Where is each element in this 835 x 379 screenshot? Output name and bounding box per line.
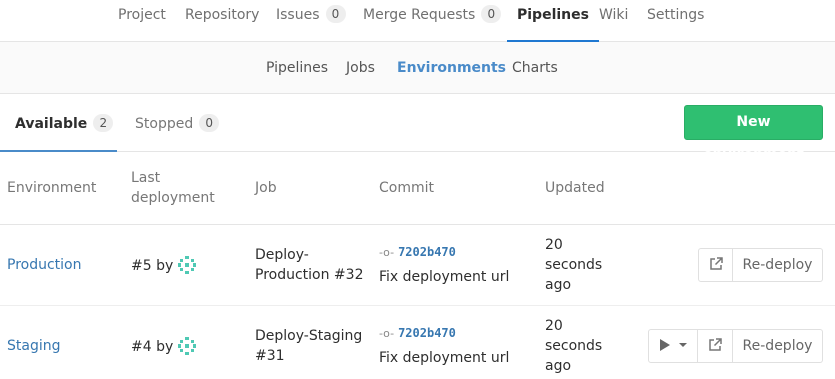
commit-sha[interactable]: 7202b470 <box>398 245 456 259</box>
nav-settings-label: Settings <box>647 7 705 23</box>
commit-sha-line: -o- 7202b470 <box>379 323 509 344</box>
nav-merge-requests[interactable]: Merge Requests 0 <box>363 0 502 42</box>
updated-time: 20 seconds ago <box>545 237 603 293</box>
nav-issues[interactable]: Issues 0 <box>276 0 346 42</box>
nav-pipelines[interactable]: Pipelines <box>507 0 599 42</box>
environment-link-text: Staging <box>7 338 61 354</box>
nav-merge-requests-label: Merge Requests <box>363 7 476 23</box>
tab-stopped-label: Stopped <box>135 116 194 132</box>
new-environment-button[interactable]: New environment <box>684 105 823 163</box>
available-count-badge: 2 <box>93 114 114 132</box>
nav-repository-label: Repository <box>185 7 260 23</box>
manual-actions-dropdown[interactable] <box>648 329 698 363</box>
subnav-pipelines[interactable]: Pipelines <box>266 42 328 94</box>
subnav-charts[interactable]: Charts <box>512 42 558 94</box>
external-link-button[interactable] <box>698 329 733 363</box>
subnav-jobs-label: Jobs <box>346 60 375 76</box>
caret-down-icon <box>679 343 688 347</box>
updated-time: 20 seconds ago <box>545 318 603 374</box>
environment-name[interactable]: Staging <box>7 336 61 356</box>
nav-repository[interactable]: Repository <box>185 0 259 42</box>
play-icon <box>659 339 670 351</box>
commit-message[interactable]: Fix deployment url <box>379 348 509 368</box>
stopped-count-badge: 0 <box>199 114 220 132</box>
merge-requests-count-badge: 0 <box>481 5 502 23</box>
project-top-nav: Project Repository Issues 0 Merge Request… <box>0 0 835 42</box>
commit-icon: -o- <box>379 327 395 340</box>
identicon-avatar[interactable] <box>177 255 197 275</box>
commit-sha-line: -o- 7202b470 <box>379 242 509 263</box>
subnav-environments[interactable]: Environments <box>397 42 506 94</box>
job-link[interactable]: Deploy-Staging #31 <box>255 326 370 366</box>
job-link[interactable]: Deploy-Production #32 <box>255 245 365 285</box>
external-link-icon <box>709 257 723 270</box>
external-link-button[interactable] <box>698 248 733 282</box>
nav-project[interactable]: Project <box>118 0 166 42</box>
header-commit: Commit <box>379 180 434 196</box>
subnav-pipelines-label: Pipelines <box>266 60 329 76</box>
nav-wiki[interactable]: Wiki <box>599 0 628 42</box>
nav-settings[interactable]: Settings <box>647 0 704 42</box>
subnav-charts-label: Charts <box>512 60 558 76</box>
nav-issues-label: Issues <box>276 7 320 23</box>
tab-stopped[interactable]: Stopped 0 <box>135 94 220 152</box>
redeploy-button[interactable]: Re-deploy <box>733 248 823 282</box>
deployment-number: #4 by <box>131 339 174 355</box>
identicon-avatar[interactable] <box>177 336 197 356</box>
nav-wiki-label: Wiki <box>599 7 629 23</box>
header-job: Job <box>255 180 277 196</box>
nav-project-label: Project <box>118 7 166 23</box>
tab-available[interactable]: Available 2 <box>0 94 117 152</box>
commit-sha[interactable]: 7202b470 <box>398 326 456 340</box>
environment-name[interactable]: Production <box>7 255 81 275</box>
deployment-number: #5 by <box>131 258 174 274</box>
external-link-icon <box>709 338 722 351</box>
environments-table-header: Environment Last deployment Job Commit U… <box>0 152 835 225</box>
last-deployment: #5 by <box>131 255 197 276</box>
table-row: Production #5 by Deploy-Production #32 -… <box>0 225 835 306</box>
commit-message[interactable]: Fix deployment url <box>379 267 509 287</box>
tab-available-label: Available <box>15 116 88 132</box>
commit-info: -o- 7202b470 Fix deployment url <box>379 242 509 287</box>
commit-info: -o- 7202b470 Fix deployment url <box>379 323 509 368</box>
environment-link-text: Production <box>7 257 82 273</box>
subnav-jobs[interactable]: Jobs <box>346 42 375 94</box>
nav-pipelines-label: Pipelines <box>517 7 589 23</box>
pipelines-sub-nav: Pipelines Jobs Environments Charts <box>0 42 835 94</box>
header-updated: Updated <box>545 180 605 196</box>
commit-icon: -o- <box>379 246 395 259</box>
redeploy-button[interactable]: Re-deploy <box>733 329 823 363</box>
subnav-environments-label: Environments <box>397 60 507 76</box>
issues-count-badge: 0 <box>325 5 346 23</box>
table-row: Staging #4 by Deploy-Staging #31 -o- 7202… <box>0 306 835 379</box>
last-deployment: #4 by <box>131 336 197 357</box>
header-environment: Environment <box>7 180 97 196</box>
header-last-deployment: Last deployment <box>131 170 215 206</box>
